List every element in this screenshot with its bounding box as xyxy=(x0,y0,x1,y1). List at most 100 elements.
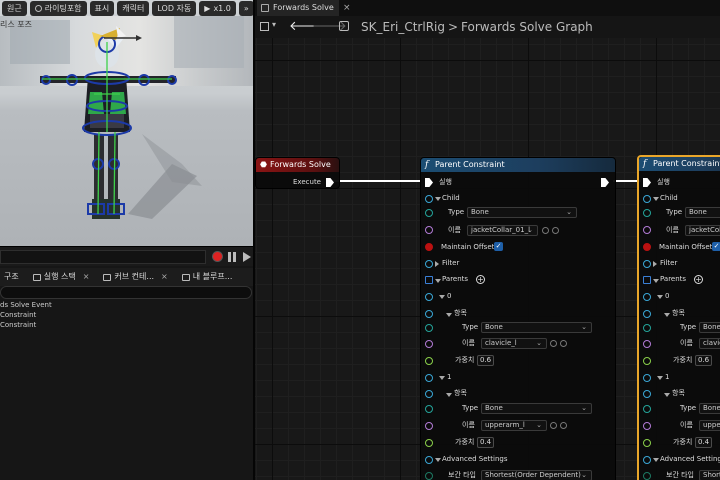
item-0-pin[interactable] xyxy=(425,310,433,318)
interpolation-dropdown[interactable]: Shortest(Order Dependent) ⌄ xyxy=(481,470,592,480)
name-1-dropdown[interactable]: uppera xyxy=(699,420,720,431)
name-0-dropdown[interactable]: clavic xyxy=(699,338,720,349)
forwards-solve-event-node[interactable]: ⬣ Forwards Solve Execute xyxy=(255,157,340,189)
search-input[interactable] xyxy=(0,286,252,299)
name-pin[interactable] xyxy=(425,226,433,234)
weight-1-pin[interactable] xyxy=(425,439,433,447)
parent-constraint-node-selected[interactable]: f Parent Constraint 실행 Child Type Bone 이름… xyxy=(637,155,720,480)
type-1-dropdown[interactable]: Bone ⌄ xyxy=(481,403,592,414)
exec-in-pin[interactable] xyxy=(643,178,651,187)
expand-icon[interactable] xyxy=(653,261,657,267)
parent-0-pin[interactable] xyxy=(643,293,651,301)
name-0-pin[interactable] xyxy=(425,340,433,348)
expand-icon[interactable] xyxy=(653,458,659,462)
chevron-down-icon[interactable]: ▾ xyxy=(272,20,276,29)
weight-0-input[interactable]: 0.6 xyxy=(695,355,713,366)
type-dropdown[interactable]: Bone ⌄ xyxy=(467,207,577,218)
weight-0-input[interactable]: 0.6 xyxy=(477,355,495,366)
pause-button[interactable] xyxy=(228,252,236,262)
expand-icon[interactable] xyxy=(657,376,663,380)
name-1-pin[interactable] xyxy=(425,422,433,430)
expand-icon[interactable] xyxy=(435,261,439,267)
type-0-pin[interactable] xyxy=(643,324,651,332)
breadcrumb-asset[interactable]: SK_Eri_CtrlRig xyxy=(361,20,445,34)
breadcrumb-graph[interactable]: Forwards Solve Graph xyxy=(461,20,593,34)
weight-1-input[interactable]: 0.4 xyxy=(695,437,713,448)
interpolation-dropdown[interactable]: Shorte xyxy=(699,470,720,480)
browse-icon[interactable] xyxy=(560,422,567,429)
tab-curve-container[interactable]: 커브 컨테... × xyxy=(99,269,171,285)
item-0-pin[interactable] xyxy=(643,310,651,318)
type-1-dropdown[interactable]: Bone xyxy=(699,403,720,414)
name-dropdown[interactable]: jacketCollar_01_l ⌄ xyxy=(467,225,538,236)
exec-out-pin[interactable] xyxy=(326,178,334,187)
expand-icon[interactable] xyxy=(435,458,441,462)
record-button[interactable] xyxy=(212,251,223,262)
maintain-offset-pin[interactable] xyxy=(643,243,651,251)
graph-editor[interactable]: Forwards Solve × ▾ 🡐 🡒 SK_Eri_CtrlRig > Fo… xyxy=(255,0,720,480)
tab-structure[interactable]: 구조 xyxy=(0,269,23,285)
type-pin[interactable] xyxy=(643,209,651,217)
expand-icon[interactable] xyxy=(435,197,441,201)
type-1-pin[interactable] xyxy=(425,405,433,413)
list-item[interactable]: Constraint xyxy=(0,320,254,330)
parent-0-pin[interactable] xyxy=(425,293,433,301)
overflow-button[interactable]: » xyxy=(238,1,254,16)
expand-icon[interactable] xyxy=(439,376,445,380)
name-1-dropdown[interactable]: upperarm_l ⌄ xyxy=(481,420,547,431)
expand-icon[interactable] xyxy=(446,313,452,317)
list-item[interactable]: ds Solve Event xyxy=(0,300,254,310)
name-pin[interactable] xyxy=(643,226,651,234)
expand-icon[interactable] xyxy=(664,393,670,397)
play-button[interactable] xyxy=(243,252,251,262)
parent-constraint-node[interactable]: f Parent Constraint 실행 Child Type Bone ⌄ 이… xyxy=(420,157,616,480)
timeline-scrubber[interactable] xyxy=(0,250,206,264)
child-pin[interactable] xyxy=(643,195,651,203)
parent-1-pin[interactable] xyxy=(643,374,651,382)
type-1-pin[interactable] xyxy=(643,405,651,413)
expand-icon[interactable] xyxy=(653,279,659,283)
advanced-settings-pin[interactable] xyxy=(425,456,433,464)
use-selected-icon[interactable] xyxy=(550,340,557,347)
add-element-button[interactable]: + xyxy=(694,275,703,284)
close-icon[interactable]: × xyxy=(343,0,351,16)
close-icon[interactable]: × xyxy=(161,269,168,285)
tab-execution-stack[interactable]: 실행 스택 × xyxy=(29,269,94,285)
item-1-pin[interactable] xyxy=(425,390,433,398)
grid-icon[interactable] xyxy=(260,22,269,31)
child-pin[interactable] xyxy=(425,195,433,203)
maintain-offset-pin[interactable] xyxy=(425,243,433,251)
filter-pin[interactable] xyxy=(425,260,433,268)
type-0-pin[interactable] xyxy=(425,324,433,332)
browse-icon[interactable] xyxy=(552,227,559,234)
use-selected-icon[interactable] xyxy=(550,422,557,429)
type-dropdown[interactable]: Bone xyxy=(685,207,720,218)
perspective-button[interactable]: 원근 xyxy=(2,1,27,16)
exec-out-pin[interactable] xyxy=(601,178,609,187)
character-viewport[interactable]: 원근 라이팅포함 표시 캐릭터 LOD 자동 ▶ x1.0 » 리스 포즈 xyxy=(0,0,254,246)
expand-icon[interactable] xyxy=(435,279,441,283)
list-item[interactable]: Constraint xyxy=(0,310,254,320)
interpolation-pin[interactable] xyxy=(425,472,433,480)
exec-in-pin[interactable] xyxy=(425,178,433,187)
weight-1-pin[interactable] xyxy=(643,439,651,447)
name-0-dropdown[interactable]: clavicle_l ⌄ xyxy=(481,338,547,349)
maintain-offset-checkbox[interactable]: ✓ xyxy=(712,242,720,251)
expand-icon[interactable] xyxy=(653,197,659,201)
parent-1-pin[interactable] xyxy=(425,374,433,382)
name-1-pin[interactable] xyxy=(643,422,651,430)
interpolation-pin[interactable] xyxy=(643,472,651,480)
expand-icon[interactable] xyxy=(664,313,670,317)
tab-forwards-solve[interactable]: Forwards Solve xyxy=(257,0,339,16)
parents-pin[interactable] xyxy=(425,276,433,284)
name-0-pin[interactable] xyxy=(643,340,651,348)
tab-my-blueprint[interactable]: 내 블루프... xyxy=(178,269,237,285)
filter-pin[interactable] xyxy=(643,260,651,268)
type-0-dropdown[interactable]: Bone xyxy=(699,322,720,333)
advanced-settings-pin[interactable] xyxy=(643,456,651,464)
browse-icon[interactable] xyxy=(560,340,567,347)
character-rig-figure[interactable] xyxy=(32,14,222,234)
parents-pin[interactable] xyxy=(643,276,651,284)
type-0-dropdown[interactable]: Bone ⌄ xyxy=(481,322,592,333)
add-element-button[interactable]: + xyxy=(476,275,485,284)
